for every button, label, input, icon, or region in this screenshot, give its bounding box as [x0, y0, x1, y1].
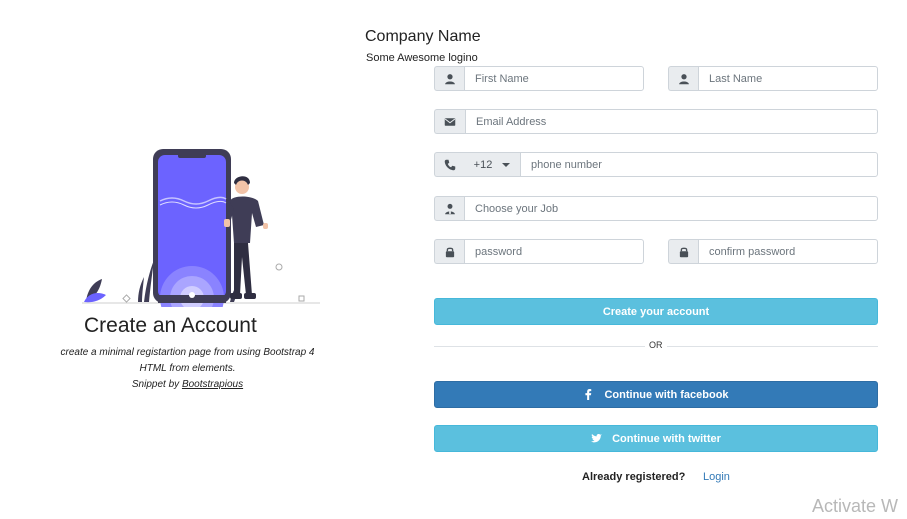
- phone-input[interactable]: [520, 152, 878, 177]
- job-group: [434, 196, 878, 221]
- confirm-password-input[interactable]: [698, 239, 878, 264]
- job-select[interactable]: [464, 196, 878, 221]
- phone-group: +12: [434, 152, 878, 177]
- snippet-prefix: Snippet by: [131, 379, 182, 390]
- already-registered-text: Already registered?: [582, 471, 686, 483]
- facebook-icon: [585, 389, 592, 400]
- country-code-select[interactable]: +12: [464, 152, 520, 177]
- confirm-password-group: [668, 239, 878, 264]
- create-account-title: Create an Account: [84, 314, 257, 337]
- user-tie-icon: [434, 196, 464, 221]
- user-icon: [668, 66, 698, 91]
- activate-windows-watermark: Activate W: [812, 496, 899, 516]
- phone-icon: [434, 152, 464, 177]
- login-link[interactable]: Login: [703, 471, 730, 483]
- lock-icon: [668, 239, 698, 264]
- password-input[interactable]: [464, 239, 644, 264]
- or-label: OR: [645, 340, 667, 350]
- first-name-input[interactable]: [464, 66, 644, 91]
- envelope-icon: [434, 109, 465, 134]
- create-account-button[interactable]: Create your account: [434, 298, 878, 325]
- chevron-down-icon: [502, 162, 511, 167]
- bootstrapious-link[interactable]: Bootstrapious: [182, 379, 243, 390]
- company-name: Company Name: [365, 28, 481, 45]
- user-icon: [434, 66, 464, 91]
- description-line-1: create a minimal registartion page from …: [60, 347, 315, 358]
- create-account-label: Create your account: [602, 305, 710, 318]
- email-group: [434, 109, 878, 134]
- twitter-button-label: Continue with twitter: [612, 432, 721, 445]
- first-name-group: [434, 66, 644, 91]
- facebook-button-label: Continue with facebook: [604, 388, 729, 401]
- description-line-2: HTML from elements.: [139, 363, 236, 374]
- registration-illustration: [82, 149, 320, 307]
- company-tagline: Some Awesome logino: [366, 52, 478, 64]
- email-input[interactable]: [465, 109, 878, 134]
- password-group: [434, 239, 644, 264]
- twitter-button[interactable]: Continue with twitter: [434, 425, 878, 452]
- last-name-input[interactable]: [698, 66, 878, 91]
- last-name-group: [668, 66, 878, 91]
- snippet-credit: Snippet by Bootstrapious: [40, 377, 335, 393]
- facebook-button[interactable]: Continue with facebook: [434, 381, 878, 408]
- country-code-value: +12: [473, 158, 493, 171]
- twitter-icon: [591, 433, 603, 443]
- lock-icon: [434, 239, 464, 264]
- create-account-description: create a minimal registartion page from …: [40, 345, 335, 393]
